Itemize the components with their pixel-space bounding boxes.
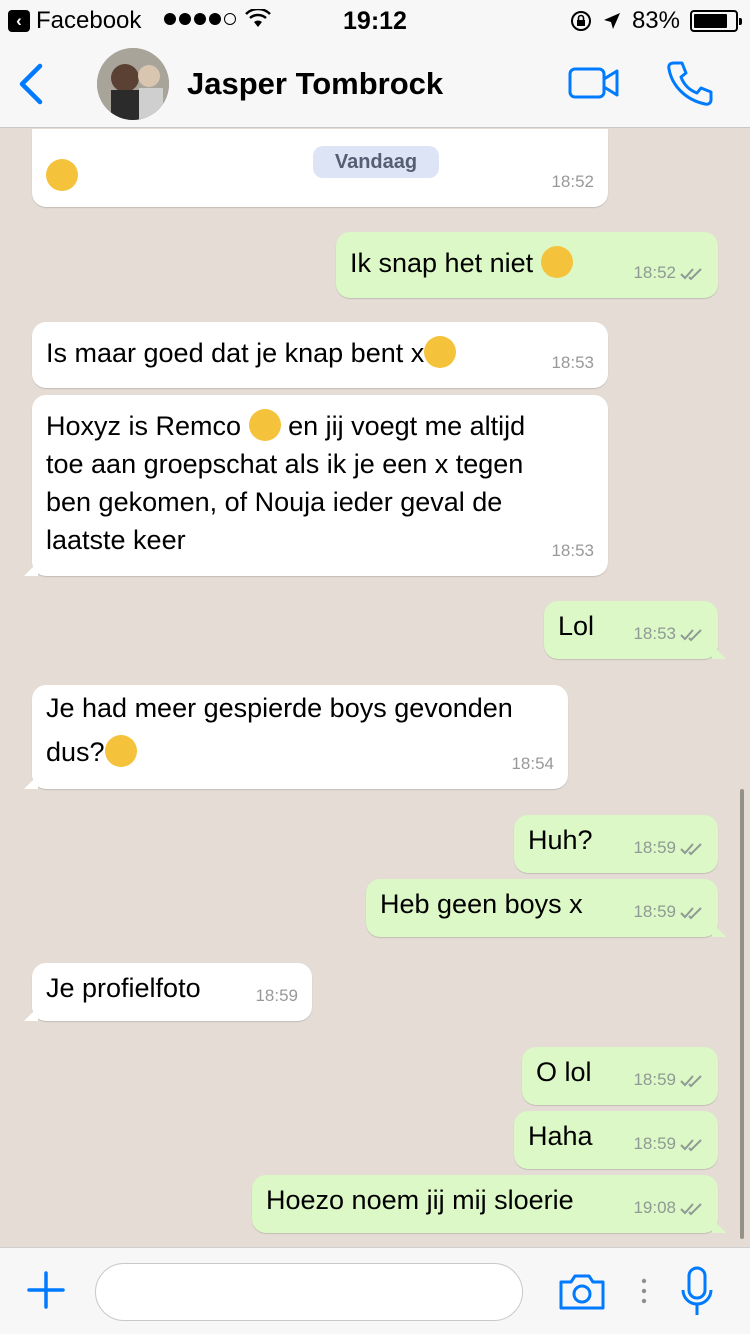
avatar[interactable]	[97, 48, 169, 120]
tears-of-joy-emoji-icon	[248, 408, 281, 441]
message-time: 18:52	[551, 172, 594, 191]
message-time: 19:08	[633, 1198, 676, 1217]
message-time: 18:53	[551, 541, 594, 560]
read-checkmarks-icon	[680, 1138, 702, 1151]
battery-percentage: 83%	[631, 7, 680, 34]
message-text: O lol	[536, 1057, 592, 1087]
bubble-tail	[712, 923, 726, 937]
message-bubble[interactable]: Heb geen boys x 18:59	[366, 879, 726, 937]
avatar-photo	[97, 48, 169, 120]
message-text: Haha	[528, 1121, 593, 1151]
message-time: 18:59	[255, 986, 298, 1005]
message-bubble[interactable]: Lol 18:53	[544, 601, 726, 659]
read-checkmarks-icon	[680, 906, 702, 919]
read-checkmarks-icon	[680, 842, 702, 855]
more-dots-icon[interactable]	[640, 1278, 648, 1304]
message-text: Je had meer gespierde boys gevonden	[46, 693, 513, 723]
message-text: Is maar goed dat je knap bent x	[46, 338, 425, 368]
kiss-emoji-icon	[424, 335, 457, 368]
bubble-tail	[24, 1007, 38, 1021]
message-bubble[interactable]: O lol 18:59	[522, 1047, 718, 1105]
back-chevron-icon[interactable]	[14, 62, 48, 106]
status-bar: ‹ Facebook 19:12 83%	[0, 0, 750, 40]
message-bubble[interactable]: Hoezo noem jij mij sloerie 19:08	[252, 1175, 726, 1233]
message-time: 18:59	[633, 902, 676, 921]
message-text: Ik snap het niet	[350, 248, 534, 278]
chat-header: Jasper Tombrock	[0, 40, 750, 128]
message-text: ben gekomen, of Nouja ieder geval de	[46, 487, 503, 517]
read-checkmarks-icon	[680, 628, 702, 641]
video-call-icon[interactable]	[568, 66, 620, 100]
message-time: 18:53	[551, 353, 594, 372]
message-bubble[interactable]: Je profielfoto 18:59	[24, 963, 312, 1021]
attach-plus-icon[interactable]	[26, 1270, 66, 1310]
message-time: 18:54	[511, 754, 554, 773]
chat-scrollbar[interactable]	[740, 789, 744, 1239]
rotation-lock-icon	[570, 11, 591, 31]
contact-name[interactable]: Jasper Tombrock	[187, 66, 443, 102]
read-checkmarks-icon	[680, 1202, 702, 1215]
location-arrow-icon	[603, 13, 620, 29]
message-input[interactable]	[95, 1263, 523, 1321]
message-bubble[interactable]: Is maar goed dat je knap bent x 18:53	[32, 322, 608, 388]
message-bubble[interactable]: Hoxyz is Remco en jij voegt me altijd to…	[24, 395, 608, 576]
facepalm-emoji-icon	[46, 159, 78, 191]
message-text: Huh?	[528, 825, 593, 855]
tongue-out-emoji-icon	[104, 734, 137, 767]
bubble-tail	[24, 562, 38, 576]
message-text: dus?	[46, 737, 105, 767]
composer-bar	[0, 1247, 750, 1334]
flushed-emoji-icon	[540, 245, 573, 278]
message-time: 18:53	[633, 624, 676, 643]
battery-fill	[694, 14, 728, 28]
battery-icon	[690, 10, 742, 32]
bubble-tail	[712, 1219, 726, 1233]
message-bubble[interactable]: Huh? 18:59	[514, 815, 718, 873]
microphone-icon[interactable]	[680, 1266, 714, 1318]
message-text: Je profielfoto	[46, 973, 201, 1003]
read-checkmarks-icon	[680, 1074, 702, 1087]
message-bubble[interactable]: Ik snap het niet 18:52	[336, 232, 718, 298]
bubble-tail	[24, 775, 38, 789]
message-text: Hoxyz is Remco	[46, 411, 242, 441]
message-text: laatste keer	[46, 525, 186, 555]
message-text: Heb geen boys x	[380, 889, 583, 919]
chat-thread[interactable]: 18:52 Vandaag Ik snap het niet 18:52 Is …	[0, 129, 750, 1247]
message-time: 18:59	[633, 838, 676, 857]
date-separator: Vandaag	[313, 146, 439, 178]
message-bubble[interactable]: Haha 18:59	[514, 1111, 718, 1169]
message-text: Hoezo noem jij mij sloerie	[266, 1185, 574, 1215]
read-checkmarks-icon	[680, 267, 702, 280]
message-time: 18:52	[633, 263, 676, 282]
message-time: 18:59	[633, 1134, 676, 1153]
message-text: en jij voegt me altijd	[288, 411, 526, 441]
message-text: toe aan groepschat als ik je een x tegen	[46, 449, 524, 479]
message-time: 18:59	[633, 1070, 676, 1089]
bubble-tail	[712, 645, 726, 659]
message-text: Lol	[558, 611, 595, 641]
message-bubble[interactable]: Je had meer gespierde boys gevonden dus?…	[24, 685, 568, 789]
camera-icon[interactable]	[557, 1272, 607, 1312]
phone-call-icon[interactable]	[666, 60, 714, 106]
